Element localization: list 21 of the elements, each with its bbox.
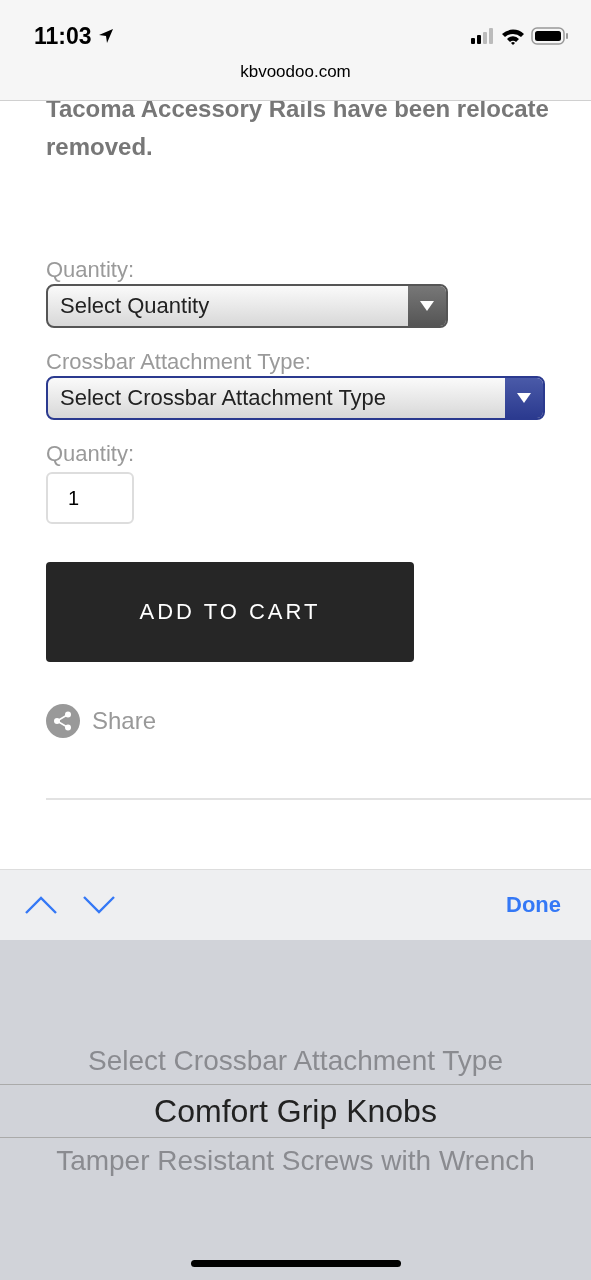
url-text[interactable]: kbvoodoo.com [0, 62, 591, 82]
dropdown-caret-icon [419, 300, 435, 312]
location-arrow-icon [97, 28, 114, 44]
signal-icon [471, 28, 495, 44]
wifi-icon [501, 27, 525, 45]
done-button[interactable]: Done [500, 891, 567, 919]
picker-option[interactable]: Comfort Grip Knobs [0, 1084, 591, 1138]
status-time: 11:03 [34, 22, 92, 50]
previous-field-icon[interactable] [24, 895, 58, 915]
next-field-icon[interactable] [82, 895, 116, 915]
add-to-cart-button[interactable]: ADD TO CART [46, 562, 414, 662]
field-label: Crossbar Attachment Type: [46, 348, 311, 376]
quantity-input[interactable]: 1 [46, 472, 134, 524]
select-dropdown[interactable]: Select Crossbar Attachment Type [46, 376, 545, 420]
battery-icon [531, 27, 569, 45]
select-dropdown[interactable]: Select Quantity [46, 284, 448, 328]
share-icon[interactable] [46, 704, 80, 738]
dropdown-caret-icon [516, 392, 532, 404]
notice-text: removed. [46, 132, 154, 162]
field-label: Quantity: [46, 440, 135, 468]
field-label: Quantity: [46, 256, 135, 284]
